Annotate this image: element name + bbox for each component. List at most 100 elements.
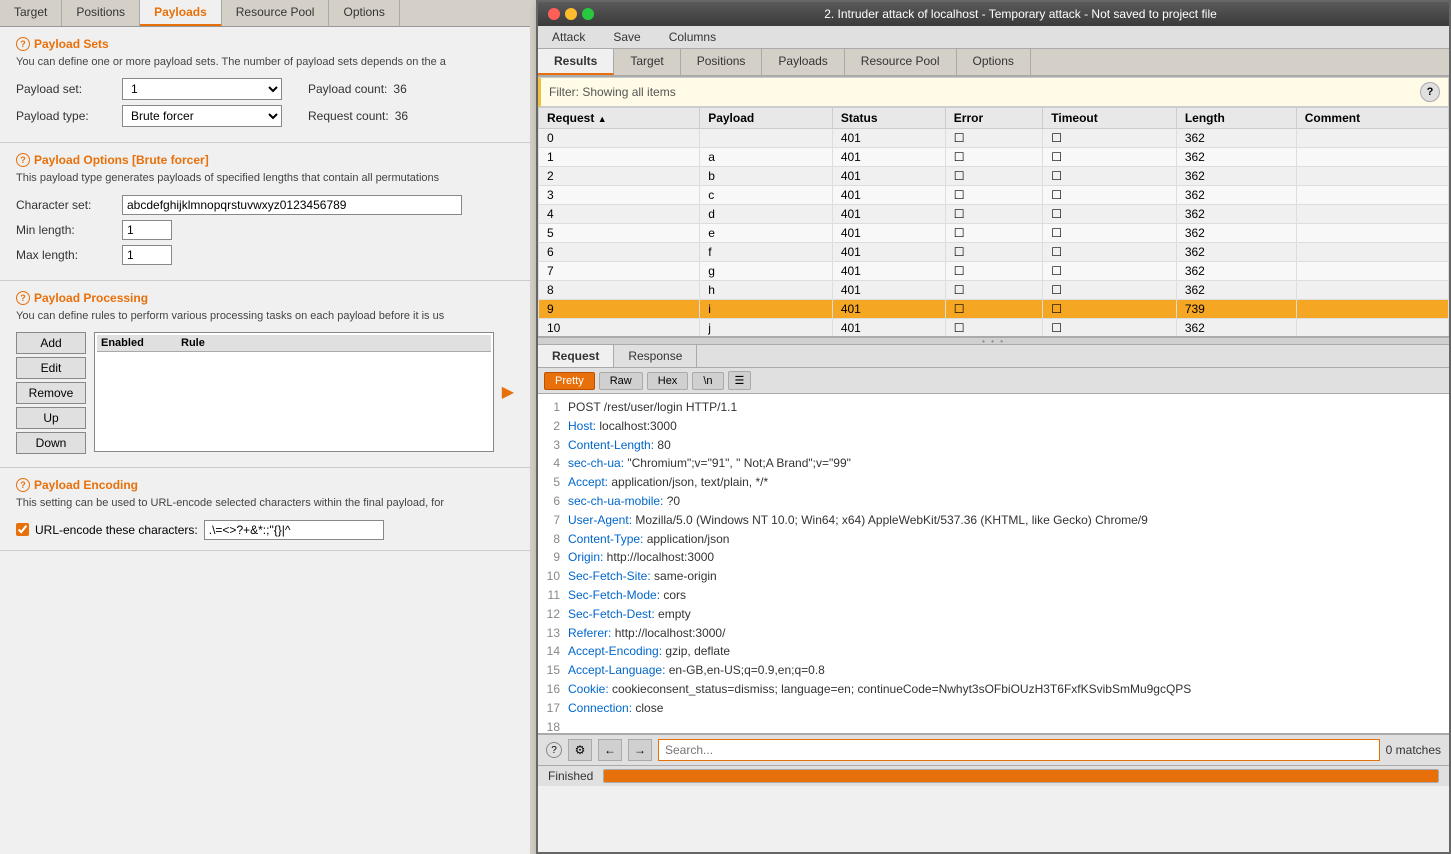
payload-sets-desc: You can define one or more payload sets.… [16,55,514,70]
payload-sets-section: ? Payload Sets You can define one or mor… [0,27,530,143]
td-payload: c [700,186,833,205]
col-payload[interactable]: Payload [700,108,833,129]
add-rule-button[interactable]: Add [16,332,86,354]
table-row[interactable]: 1a401☐☐362 [539,148,1449,167]
table-row[interactable]: 9i401☐☐739 [539,300,1449,319]
table-row[interactable]: 10j401☐☐362 [539,319,1449,338]
col-error[interactable]: Error [945,108,1043,129]
table-row[interactable]: 3c401☐☐362 [539,186,1449,205]
table-row[interactable]: 2b401☐☐362 [539,167,1449,186]
url-encode-chars-input[interactable] [204,520,384,540]
circle-q-icon3[interactable]: ? [16,291,30,305]
format-menu-button[interactable]: ☰ [728,371,752,390]
td-timeout: ☐ [1043,300,1177,319]
td-comment [1296,300,1448,319]
next-button[interactable]: → [628,739,652,761]
table-row[interactable]: 4d401☐☐362 [539,205,1449,224]
attack-window: 2. Intruder attack of localhost - Tempor… [536,0,1451,854]
menu-columns[interactable]: Columns [655,26,730,48]
tab-resource-pool[interactable]: Resource Pool [222,0,330,26]
line-content: Connection: close [568,700,663,717]
divider[interactable]: • • • [538,337,1449,345]
col-request[interactable]: Request ▲ [539,108,700,129]
attack-tab-target[interactable]: Target [614,49,680,75]
td-status: 401 [832,205,945,224]
minimize-button[interactable] [565,8,577,20]
max-length-label: Max length: [16,248,116,262]
newline-button[interactable]: \n [692,372,723,390]
settings-button[interactable]: ⚙ [568,739,592,761]
line-content: Referer: http://localhost:3000/ [568,625,725,642]
tab-target[interactable]: Target [0,0,62,26]
attack-tab-options[interactable]: Options [957,49,1031,75]
tab-options[interactable]: Options [329,0,399,26]
attack-tab-payloads[interactable]: Payloads [762,49,844,75]
url-encode-checkbox[interactable] [16,523,29,536]
td-error: ☐ [945,205,1043,224]
tab-positions[interactable]: Positions [62,0,140,26]
max-length-input[interactable] [122,245,172,265]
up-rule-button[interactable]: Up [16,407,86,429]
code-line: 12Sec-Fetch-Dest: empty [538,605,1449,624]
col-status[interactable]: Status [832,108,945,129]
bottom-bar: ? ⚙ ← → 0 matches [538,734,1449,765]
attack-menubar: Attack Save Columns [538,26,1449,49]
search-input[interactable] [658,739,1380,761]
line-content: Sec-Fetch-Site: same-origin [568,568,717,585]
menu-save[interactable]: Save [599,26,654,48]
processing-buttons: Add Edit Remove Up Down [16,332,86,457]
remove-rule-button[interactable]: Remove [16,382,86,404]
circle-q-icon2[interactable]: ? [16,153,30,167]
table-row[interactable]: 7g401☐☐362 [539,262,1449,281]
table-row[interactable]: 5e401☐☐362 [539,224,1449,243]
search-help-button[interactable]: ? [546,742,562,758]
circle-q-icon4[interactable]: ? [16,478,30,492]
td-payload [700,129,833,148]
line-number: 1 [538,399,568,416]
payload-set-label: Payload set: [16,82,116,96]
td-length: 362 [1176,167,1296,186]
attack-tab-results[interactable]: Results [538,49,614,75]
td-payload: g [700,262,833,281]
table-row[interactable]: 8h401☐☐362 [539,281,1449,300]
filter-help-button[interactable]: ? [1420,82,1440,102]
payload-set-select[interactable]: 1 [122,78,282,100]
td-error: ☐ [945,243,1043,262]
td-status: 401 [832,281,945,300]
col-length[interactable]: Length [1176,108,1296,129]
attack-tab-positions[interactable]: Positions [681,49,763,75]
url-encode-row: URL-encode these characters: [16,520,514,540]
attack-tab-resource-pool[interactable]: Resource Pool [845,49,957,75]
response-tab[interactable]: Response [614,345,697,367]
payload-type-select[interactable]: Brute forcer [122,105,282,127]
status-bar: Finished [538,765,1449,786]
left-panel: Target Positions Payloads Resource Pool … [0,0,530,854]
min-length-input[interactable] [122,220,172,240]
td-status: 401 [832,224,945,243]
td-comment [1296,262,1448,281]
tab-payloads[interactable]: Payloads [140,0,222,26]
table-row[interactable]: 0401☐☐362 [539,129,1449,148]
max-length-row: Max length: [16,245,514,265]
payload-options-desc: This payload type generates payloads of … [16,171,514,186]
maximize-button[interactable] [582,8,594,20]
down-rule-button[interactable]: Down [16,432,86,454]
menu-attack[interactable]: Attack [538,26,599,48]
edit-rule-button[interactable]: Edit [16,357,86,379]
col-timeout[interactable]: Timeout [1043,108,1177,129]
char-set-input[interactable] [122,195,462,215]
table-row[interactable]: 6f401☐☐362 [539,243,1449,262]
circle-q-icon[interactable]: ? [16,37,30,51]
col-comment[interactable]: Comment [1296,108,1448,129]
request-tab[interactable]: Request [538,345,614,367]
td-status: 401 [832,186,945,205]
raw-button[interactable]: Raw [599,372,643,390]
close-button[interactable] [548,8,560,20]
code-line: 11Sec-Fetch-Mode: cors [538,586,1449,605]
prev-button[interactable]: ← [598,739,622,761]
payload-encoding-desc: This setting can be used to URL-encode s… [16,496,514,511]
hex-button[interactable]: Hex [647,372,689,390]
pretty-button[interactable]: Pretty [544,372,595,390]
payload-sets-title: ? Payload Sets [16,37,514,51]
results-table-container[interactable]: Request ▲ Payload Status Error Timeout L… [538,107,1449,337]
